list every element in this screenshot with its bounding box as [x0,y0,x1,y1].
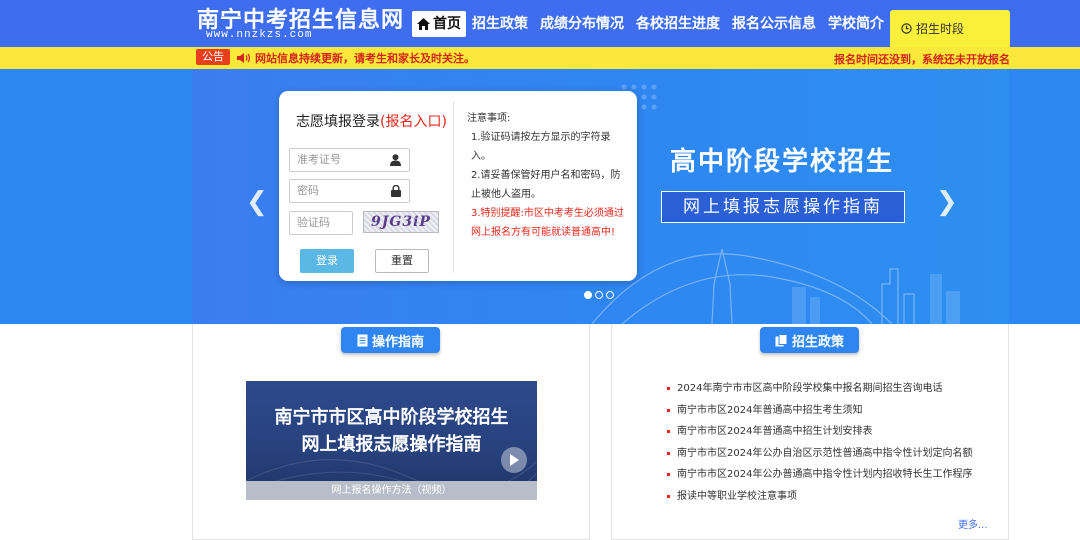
guide-heading: 操作指南 [341,327,440,353]
carousel-dot[interactable] [606,291,614,299]
notes-title: 注意事项: [467,113,511,124]
policy-link[interactable]: 2024年南宁市市区高中阶段学校集中报名期间招生咨询电话 [667,378,997,400]
note-item: 1.验证码请按左方显示的字符录入。 [471,132,611,162]
notice-badge: 公告 [196,49,230,65]
policy-link[interactable]: 南宁市市区2024年公办普通高中指令性计划内招收特长生工作程序 [667,464,997,486]
divider [453,101,454,273]
nav-item-school-progress[interactable]: 各校招生进度 [630,11,726,37]
banner-prev-arrow[interactable]: ❮ [246,187,268,217]
login-title-text: 志愿填报登录 [296,114,380,130]
site-header: 南宁中考招生信息网 www.nnzkzs.com 首页 招生政策 成绩分布情况 … [0,0,1080,47]
banner-left-fill [0,69,192,324]
banner-subtitle: 网上填报志愿操作指南 [661,191,905,223]
video-title-line1: 南宁市市区高中阶段学校招生 [274,407,509,428]
user-icon [390,154,401,166]
lock-icon [391,185,401,197]
reset-button[interactable]: 重置 [375,249,429,273]
password-placeholder: 密码 [297,184,319,197]
notice-message: 网站信息持续更新，请考生和家长及时关注。 [237,50,475,66]
policy-link[interactable]: 南宁市市区2024年公办自治区示范性普通高中指令性计划定向名额 [667,443,997,465]
guide-video[interactable]: 南宁市市区高中阶段学校招生 网上填报志愿操作指南 网上报名操作方法（视频） [246,381,537,500]
nav-item-policy[interactable]: 招生政策 [466,11,534,37]
login-title: 志愿填报登录(报名入口) [296,111,447,131]
login-notes: 注意事项: 1.验证码请按左方显示的字符录入。 2.请妥善保管好用户名和密码，防… [467,109,627,242]
nav-item-school-intro[interactable]: 学校简介 [822,11,890,37]
banner-right-fill [1009,69,1080,324]
clock-icon [901,23,912,34]
nav-item-home[interactable]: 首页 [412,10,466,37]
notice-bar: 公告 网站信息持续更新，请考生和家长及时关注。 报名时间还没到，系统还未开放报名 [0,47,1080,69]
login-card: 志愿填报登录(报名入口) 准考证号 密码 验证码 9JG3iP 登录 重置 注意… [279,91,637,281]
banner-title: 高中阶段学校招生 [670,147,895,177]
home-icon [417,17,430,30]
main-nav: 首页 招生政策 成绩分布情况 各校招生进度 报名公示信息 学校简介 [412,0,890,47]
document-icon [357,334,368,346]
speaker-icon [237,53,251,63]
notice-text: 网站信息持续更新，请考生和家长及时关注。 [255,52,475,65]
carousel-dot[interactable] [595,291,603,299]
captcha-input[interactable]: 验证码 [289,211,353,235]
note-item: 2.请妥善保管好用户名和密码，防止被他人盗用。 [471,170,621,200]
captcha-placeholder: 验证码 [297,216,330,229]
exam-id-placeholder: 准考证号 [297,153,341,166]
video-caption: 网上报名操作方法（视频） [246,481,537,500]
login-button[interactable]: 登录 [300,249,354,273]
video-title-line2: 网上填报志愿操作指南 [301,434,482,455]
password-input[interactable]: 密码 [289,179,410,203]
policy-link[interactable]: 报读中等职业学校注意事项 [667,486,997,508]
policy-heading: 招生政策 [760,327,859,353]
policy-heading-label: 招生政策 [791,334,844,350]
carousel-dot[interactable] [584,291,592,299]
policy-link[interactable]: 南宁市市区2024年普通高中招生考生须知 [667,400,997,422]
guide-heading-label: 操作指南 [371,334,424,350]
nav-item-public-info[interactable]: 报名公示信息 [726,11,822,37]
carousel-indicators [584,291,614,299]
policy-link[interactable]: 南宁市市区2024年普通高中招生计划安排表 [667,421,997,443]
nav-item-score-distribution[interactable]: 成绩分布情况 [534,11,630,37]
site-url: www.nnzkzs.com [206,29,313,41]
schedule-label: 招生时段 [916,22,965,36]
nav-item-label: 首页 [433,15,461,32]
more-link[interactable]: 更多... [958,516,988,531]
policy-list: 2024年南宁市市区高中阶段学校集中报名期间招生咨询电话 南宁市市区2024年普… [667,378,997,507]
note-warning: 3.特别提醒:市区中考考生必须通过网上报名方有可能就读普通高中! [471,208,624,238]
schedule-button[interactable]: 招生时段 [890,10,1010,47]
banner-next-arrow[interactable]: ❯ [936,187,958,217]
documents-icon [775,333,788,346]
exam-id-input[interactable]: 准考证号 [289,148,410,172]
login-entry-link[interactable]: (报名入口) [380,114,447,130]
play-icon[interactable] [501,447,527,473]
captcha-image[interactable]: 9JG3iP [363,211,439,233]
registration-status: 报名时间还没到，系统还未开放报名 [834,53,1010,66]
